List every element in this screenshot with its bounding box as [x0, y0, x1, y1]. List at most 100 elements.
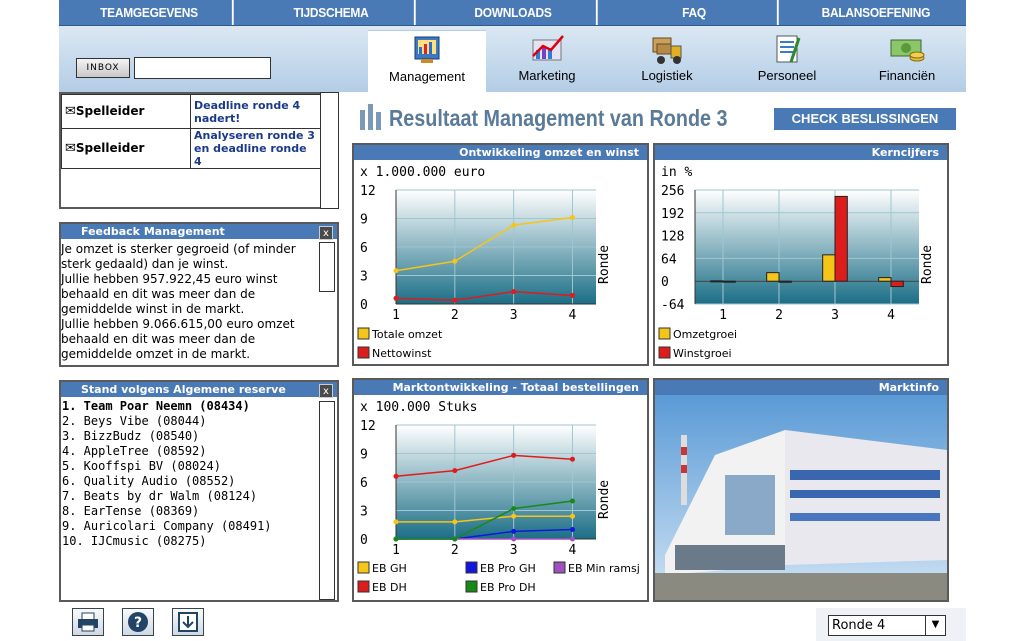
message-row[interactable]: ✉Spelleider Analyseren ronde 3 en deadli…	[61, 128, 322, 169]
inbox-button[interactable]: INBOX	[76, 58, 130, 78]
legend-label: EB Pro DH	[480, 581, 536, 594]
x-tick-label: 1	[392, 543, 400, 558]
close-icon[interactable]: x	[319, 226, 333, 240]
x-axis-label: Ronde	[920, 245, 935, 284]
bar-winstgroei	[778, 280, 792, 283]
data-point	[452, 297, 458, 303]
nav-faq[interactable]: FAQ	[612, 0, 779, 25]
standings-item: 10. IJCmusic (08275)	[62, 534, 207, 548]
y-tick-label: 6	[360, 476, 368, 491]
legend-label: Totale omzet	[371, 328, 443, 341]
marketing-icon	[488, 30, 606, 68]
message-subject-link[interactable]: Analyseren ronde 3 en deadline ronde 4	[194, 129, 315, 168]
data-point	[569, 292, 575, 298]
legend-label: EB DH	[372, 581, 407, 594]
data-point	[569, 498, 575, 504]
print-button[interactable]	[72, 608, 104, 636]
data-point	[393, 473, 399, 479]
legend-swatch	[658, 327, 671, 340]
legend-swatch	[553, 561, 566, 574]
y-tick-label: 3	[360, 505, 368, 520]
chart-panel-omzet-winst: Ontwikkeling omzet en winst x 1.000.000 …	[352, 143, 649, 366]
standings-item: 6. Quality Audio (08552)	[62, 474, 236, 488]
check-decisions-button[interactable]: CHECK BESLISSINGEN	[774, 108, 956, 130]
standings-scrollbar[interactable]	[319, 401, 335, 600]
legend-swatch	[465, 580, 478, 593]
tab-logistiek[interactable]: Logistiek	[608, 30, 726, 90]
help-button[interactable]: ?	[122, 608, 154, 636]
x-tick-label: 4	[569, 308, 577, 323]
data-point	[511, 452, 517, 458]
y-tick-label: 9	[360, 448, 368, 463]
data-point	[452, 536, 458, 542]
tab-management[interactable]: Management	[368, 30, 486, 92]
bar-omzetgroei	[822, 254, 836, 282]
x-tick-label: 4	[569, 543, 577, 558]
plot-area	[695, 190, 919, 304]
y-tick-label: 6	[360, 241, 368, 256]
x-axis-label: Ronde	[597, 245, 612, 284]
standings-item: 2. Beys Vibe (08044)	[62, 414, 207, 428]
legend-swatch	[357, 561, 370, 574]
round-select[interactable]: Ronde 4 ▼	[828, 615, 946, 636]
x-tick-label: 1	[719, 308, 727, 323]
download-icon	[178, 612, 198, 632]
data-point	[569, 456, 575, 462]
chevron-down-icon[interactable]: ▼	[925, 616, 945, 635]
chart-marktontwikkeling: x 100.000 Stuks0369121 2 3 4RondeEB GH EB Pr…	[357, 400, 640, 594]
message-from: Spelleider	[75, 141, 145, 155]
chart-kerncijfers: in % -64 0 64 128 192 256 1 2 3 4 Ronde Omzetgroei Wi…	[658, 165, 935, 360]
data-point	[511, 506, 517, 512]
print-icon	[78, 612, 98, 632]
y-tick-label: 192	[661, 207, 684, 222]
download-button[interactable]	[172, 608, 204, 636]
chart-title: Kerncijfers	[655, 145, 947, 160]
tab-financien[interactable]: Financiën	[848, 30, 966, 90]
legend-label: Winstgroei	[673, 347, 732, 360]
y-tick-label: 0	[661, 275, 669, 290]
feedback-scrollbar[interactable]	[319, 242, 335, 292]
messages-table: ✉Spelleider Deadline ronde 4 nadert! ✉Sp…	[61, 94, 322, 169]
unit-label: x 100.000 Stuks	[360, 400, 477, 415]
management-icon	[368, 31, 486, 69]
standings-title: Stand volgens Algemene reserve	[61, 382, 337, 397]
nav-teamgegevens[interactable]: TEAMGEGEVENS	[66, 0, 234, 25]
chart-panel-kerncijfers: Kerncijfers in % -64 0 64 128 192 256 1 2 3 4 Ronde…	[653, 143, 949, 366]
legend-swatch	[357, 346, 370, 359]
tab-personeel[interactable]: Personeel	[728, 30, 846, 90]
message-subject-link[interactable]: Deadline ronde 4 nadert!	[194, 99, 300, 125]
nav-downloads[interactable]: DOWNLOADS	[430, 0, 598, 25]
close-icon[interactable]: x	[319, 384, 333, 398]
standings-panel: Stand volgens Algemene reserve x 1. Team…	[59, 380, 339, 602]
message-row[interactable]: ✉Spelleider Deadline ronde 4 nadert!	[61, 94, 322, 129]
message-from: Spelleider	[75, 104, 145, 118]
x-axis-label: Ronde	[597, 480, 612, 519]
inbox-search-input[interactable]	[134, 57, 271, 79]
y-tick-label: -64	[661, 298, 685, 313]
nav-tijdschema[interactable]: TIJDSCHEMA	[248, 0, 416, 25]
round-select-value: Ronde 4	[832, 618, 886, 633]
chart-title: Ontwikkeling omzet en winst	[354, 145, 647, 160]
x-tick-label: 2	[775, 308, 783, 323]
y-tick-label: 3	[360, 270, 368, 285]
data-point	[393, 295, 399, 301]
logistics-icon	[608, 30, 726, 68]
standings-item: 4. AppleTree (08592)	[62, 444, 207, 458]
data-point	[452, 468, 458, 474]
x-tick-label: 2	[451, 308, 459, 323]
marktinfo-title: Marktinfo	[655, 380, 947, 395]
data-point	[511, 222, 517, 228]
y-tick-label: 0	[360, 298, 368, 313]
standings-item: 9. Auricolari Company (08491)	[62, 519, 272, 533]
standings-item: 8. EarTense (08369)	[62, 504, 200, 518]
data-point	[511, 289, 517, 295]
standings-item: 1. Team Poar Neemn (08434)	[62, 399, 250, 413]
x-tick-label: 1	[392, 308, 400, 323]
bar-omzetgroei	[766, 272, 780, 282]
messages-scrollbar[interactable]	[320, 92, 339, 209]
x-tick-label: 2	[451, 543, 459, 558]
nav-balansoefening[interactable]: BALANSOEFENING	[793, 0, 958, 25]
legend-label: Nettowinst	[372, 347, 432, 360]
tab-marketing[interactable]: Marketing	[488, 30, 606, 90]
data-point	[393, 268, 399, 274]
